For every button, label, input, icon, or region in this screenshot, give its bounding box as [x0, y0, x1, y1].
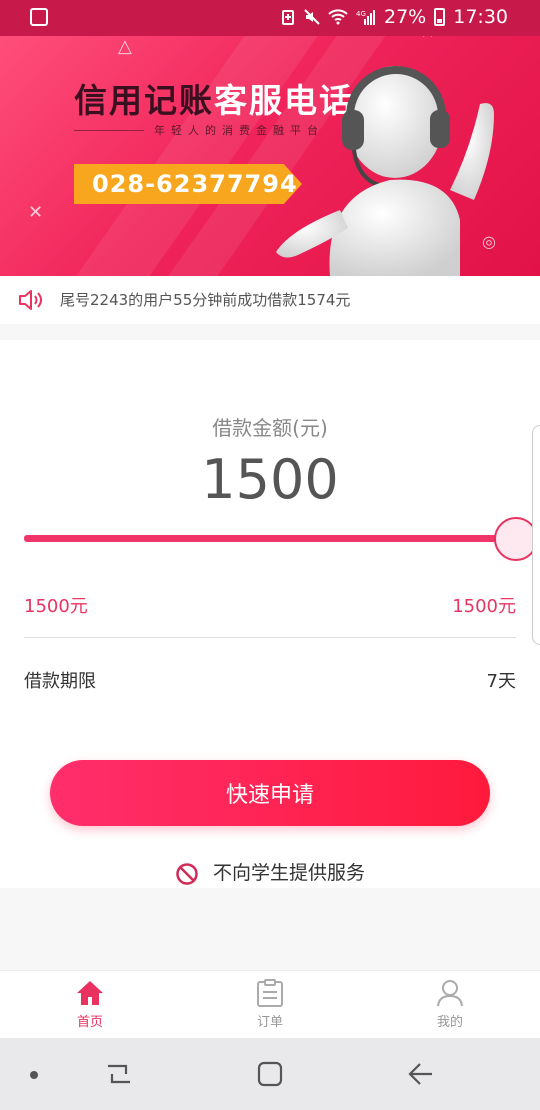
app-root: 4G 27% 17:30 △ ✕ ◎ ✕ 信用记账客服电话 年轻人的消费金融平台… [0, 0, 540, 1110]
service-banner[interactable]: △ ✕ ◎ ✕ 信用记账客服电话 年轻人的消费金融平台 028-62377794 [0, 36, 540, 276]
wifi-icon [328, 9, 348, 25]
divider [24, 637, 516, 638]
subtitle-line [74, 129, 144, 131]
person-icon [437, 980, 463, 1007]
triangle-decoration-icon: △ [118, 36, 132, 57]
tab-home[interactable]: 首页 [0, 971, 180, 1038]
term-label: 借款期限 [24, 671, 96, 692]
battery-icon [434, 8, 446, 26]
svg-text:4G: 4G [356, 10, 366, 18]
amount-min-label: 1500元 [24, 596, 88, 617]
prohibited-icon [176, 862, 198, 885]
term-value[interactable]: 7天 [487, 667, 516, 693]
tab-label: 我的 [436, 1015, 463, 1030]
status-bar: 4G 27% 17:30 [0, 0, 540, 36]
signal-4g-icon: 4G [356, 10, 375, 25]
no-student-notice: 不向学生提供服务 [0, 858, 540, 886]
banner-title-part-a: 信用记账 [74, 81, 214, 120]
tab-orders[interactable]: 订单 [180, 971, 360, 1038]
status-bar-right: 4G 27% 17:30 [280, 6, 508, 28]
tab-profile[interactable]: 我的 [360, 971, 540, 1038]
no-student-text: 不向学生提供服务 [212, 862, 365, 884]
battery-percent: 27% [384, 6, 427, 28]
mute-icon [304, 9, 320, 25]
recents-icon[interactable] [104, 1060, 134, 1088]
amount-max-label: 1500元 [452, 596, 516, 617]
edge-panel-handle[interactable] [532, 425, 540, 645]
tab-label: 首页 [76, 1015, 103, 1030]
cross-decoration-icon: ✕ [28, 202, 44, 223]
bottom-tab-bar: 首页 订单 我的 [0, 970, 540, 1038]
customer-service-figure [276, 66, 494, 276]
clipboard-icon [257, 979, 283, 1007]
system-nav-bar [0, 1038, 540, 1110]
loan-card: 借款金额(元) 1500 1500元 1500元 借款期限 7天 快速申请 不向… [0, 340, 540, 888]
screen-record-icon [30, 8, 48, 26]
home-icon [77, 981, 103, 1005]
amount-label: 借款金额(元) [212, 416, 328, 440]
tab-label: 订单 [256, 1015, 283, 1030]
loan-notice-bar: 尾号2243的用户55分钟前成功借款1574元 [0, 276, 540, 324]
speaker-icon [19, 290, 42, 310]
amount-slider-track[interactable] [24, 535, 516, 542]
banner-phone-tag: 028-62377794 [74, 164, 302, 204]
amount-value: 1500 [201, 448, 339, 511]
back-icon[interactable] [406, 1060, 436, 1088]
nav-hide-dot[interactable] [30, 1071, 38, 1079]
home-button-icon[interactable] [256, 1060, 284, 1088]
apply-button[interactable]: 快速申请 [50, 760, 490, 826]
cross-decoration-icon: ✕ [420, 36, 435, 43]
battery-saver-icon [282, 10, 294, 25]
notice-text: 尾号2243的用户55分钟前成功借款1574元 [60, 291, 351, 309]
clock: 17:30 [453, 6, 508, 28]
